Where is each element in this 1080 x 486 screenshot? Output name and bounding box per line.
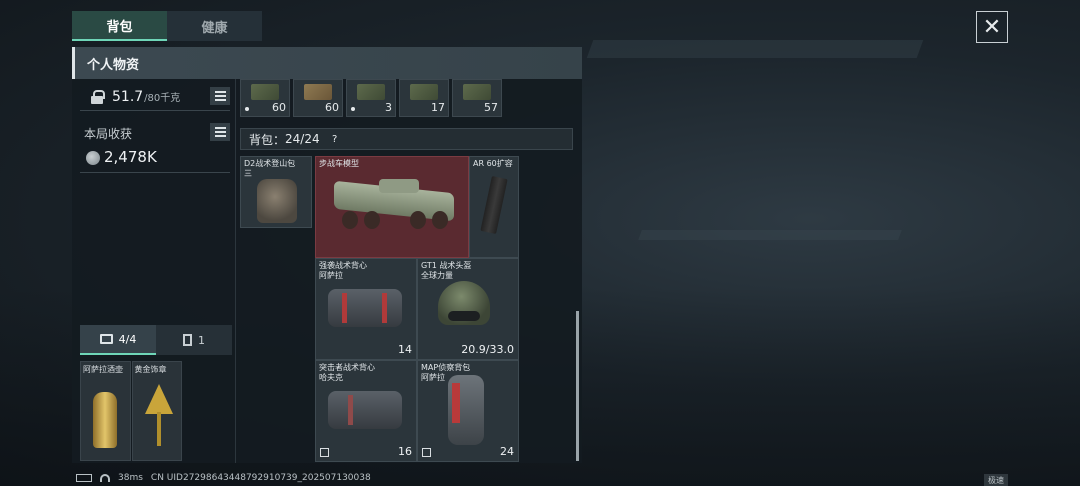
ammo-slot[interactable]: 57 [452,79,502,117]
durability: 20.9/33.0 [461,343,514,356]
helmet-icon [438,281,490,325]
tab-backpack[interactable]: 背包 [72,11,167,41]
magazine-icon [480,175,508,235]
insured-icon [422,448,431,457]
weight-row: 51.7 /80千克 [80,83,230,111]
item-ar-magazine[interactable]: AR 60扩容 [469,156,519,258]
badge-icon [144,384,173,446]
item-count: 16 [398,445,412,458]
item-count: 24 [500,445,514,458]
top-tabs: 背包 健康 [72,11,262,41]
equipment-tabs: 4/4 1 [80,325,232,355]
weight-current: 51.7 [112,88,144,105]
item-label: 黄金饰章 [134,365,167,374]
weight-lock-icon [90,89,105,104]
item-label: AR 60扩容 [473,159,513,168]
ammo-slot[interactable]: 17 [399,79,449,117]
equipment-items: 阿萨拉酒壶 黄金饰章 [80,361,182,461]
tab-health[interactable]: 健康 [167,11,262,41]
ammo-slot[interactable]: 60 [293,79,343,117]
backpack-icon [257,179,297,223]
tab-toolbox[interactable]: 4/4 [80,325,156,355]
wifi-icon [100,474,110,482]
backpack-capacity-bar: 背包： 24/24 ? [240,128,573,150]
equip-item-badge[interactable]: 黄金饰章 [131,361,182,461]
item-label: 突击者战术背心 哈夫克 [319,363,375,382]
status-bar: 38ms CN UID27298643448792910739_20250713… [76,473,371,483]
flask-icon [93,392,117,448]
item-gt1-helmet[interactable]: GT1 战术头盔 全球力量 20.9/33.0 [417,258,519,360]
item-label: 强袭战术背心 阿萨拉 [319,261,367,280]
background-shape [638,230,902,240]
vest-icon [328,391,402,429]
harvest-value: 2,478K [104,148,157,166]
backpack-label: 背包： [249,132,286,147]
item-backpack-d2[interactable]: D2战术登山包 三 [240,156,312,228]
toolbox-icon [99,334,113,344]
equip-item-flask[interactable]: 阿萨拉酒壶 [80,361,131,461]
uid-text: CN UID27298643448792910739_202507130038 [150,473,371,483]
backpack-capacity: 24/24 [285,132,320,146]
ping-value: 38ms [118,473,143,483]
ammo-box-icon [251,84,279,100]
tab-card[interactable]: 1 [156,325,232,355]
vest-icon [328,289,402,327]
item-label: 阿萨拉酒壶 [83,365,123,374]
ammo-count: 57 [484,101,498,114]
harvest-label: 本局收获 [84,127,133,141]
scrollbar[interactable] [576,311,579,461]
item-label: GT1 战术头盔 全球力量 [421,261,472,280]
ammo-box-icon [463,84,491,100]
ammo-count: 17 [431,101,445,114]
help-icon[interactable]: ? [328,132,342,146]
harvest-section: 本局收获 2,478K [80,119,230,173]
toolbox-count: 4/4 [118,332,137,346]
ammo-box-icon [304,84,332,100]
ammo-count: 60 [325,101,339,114]
ammo-row: 60 60 3 17 57 [240,79,502,117]
close-icon: ✕ [982,14,1002,40]
background-shape [586,40,924,58]
item-label: 步战车模型 [319,159,359,168]
panel-title: 个人物资 [72,47,582,79]
ammo-box-icon [410,84,438,100]
ammo-dot-icon [351,107,355,111]
battery-icon [76,474,92,482]
card-icon [183,334,192,346]
ammo-dot-icon [245,107,249,111]
ammo-count: 60 [272,101,286,114]
close-button[interactable]: ✕ [976,11,1008,43]
item-label: D2战术登山包 三 [244,159,296,178]
item-raider-vest[interactable]: 突击者战术背心 哈夫克 16 [315,360,417,462]
inventory-panel: 个人物资 51.7 /80千克 本局收获 2,478K 4/4 1 阿萨拉酒壶 … [72,47,582,463]
weight-list-button[interactable] [210,87,230,105]
vehicle-icon [334,179,454,229]
pack-icon [448,375,484,445]
ammo-slot[interactable]: 3 [346,79,396,117]
sidebar: 51.7 /80千克 本局收获 2,478K 4/4 1 阿萨拉酒壶 黄金饰章 [72,79,236,463]
corner-tag: 极速 [984,474,1008,486]
card-count: 1 [198,333,205,347]
ammo-slot[interactable]: 60 [240,79,290,117]
ammo-box-icon [357,84,385,100]
harvest-list-button[interactable] [210,123,230,141]
item-count: 14 [398,343,412,356]
item-assault-vest[interactable]: 强袭战术背心 阿萨拉 14 [315,258,417,360]
item-ifv-model[interactable]: 步战车模型 [315,156,469,258]
weight-max: /80千克 [144,93,181,104]
ammo-count: 3 [385,101,392,114]
item-map-pack[interactable]: MAP侦察背包 阿萨拉 24 [417,360,519,462]
inventory-content: 60 60 3 17 57 背包： 24/24 ? D2战术登山包 三 步战车模… [236,79,582,463]
coin-icon [86,151,100,165]
insured-icon [320,448,329,457]
